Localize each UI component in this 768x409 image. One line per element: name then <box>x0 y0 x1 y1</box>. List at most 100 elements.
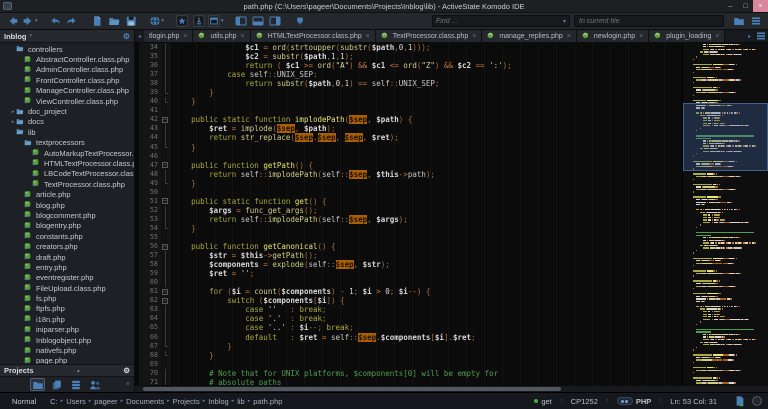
stack-button[interactable] <box>68 378 83 391</box>
fold-margin[interactable] <box>161 305 170 315</box>
breadcrumb-item[interactable]: Documents <box>126 397 164 406</box>
fold-margin[interactable] <box>161 97 170 107</box>
minimap-viewport[interactable] <box>683 103 768 171</box>
fold-margin[interactable] <box>161 52 170 62</box>
current-section[interactable]: get <box>541 397 551 406</box>
breadcrumb-item[interactable]: path.php <box>253 397 282 406</box>
fold-margin[interactable]: – <box>161 115 170 125</box>
fold-collapse-icon[interactable]: – <box>162 297 168 304</box>
fold-margin[interactable] <box>161 178 170 188</box>
fold-margin[interactable] <box>161 133 170 143</box>
unified-menu-icon[interactable] <box>748 14 763 28</box>
file-sync-icon[interactable] <box>734 395 746 407</box>
macro-tool-button[interactable] <box>191 14 206 28</box>
fold-margin[interactable] <box>161 341 170 351</box>
fold-margin[interactable] <box>161 332 170 342</box>
breadcrumb-item[interactable]: lib <box>237 397 245 406</box>
find-combobox[interactable]: ▾ <box>432 15 570 27</box>
close-icon[interactable]: × <box>567 33 571 40</box>
close-icon[interactable]: × <box>639 33 643 40</box>
tab-list-icon[interactable] <box>754 30 768 42</box>
tree-item-fileupload-class-php[interactable]: FileUpload.class.php <box>0 283 134 293</box>
fold-margin[interactable] <box>161 142 170 152</box>
tree-item-htmltextprocessor-class-php[interactable]: HTMLTextProcessor.class.php <box>0 158 134 168</box>
tree-item-frontcontroller-class-php[interactable]: FrontController.class.php <box>0 75 134 85</box>
editor-tab-htmltextprocessor-class-php[interactable]: HTMLTextProcessor.class.php × <box>250 30 376 42</box>
cursor-position[interactable]: Ln: 53 Col: 31 <box>670 397 717 406</box>
fold-margin[interactable] <box>161 223 170 233</box>
editor-tab-utils-php[interactable]: utils.php × <box>193 30 251 42</box>
open-files-icon[interactable] <box>731 14 746 28</box>
tree-item-viewcontroller-class-php[interactable]: ViewController.class.php <box>0 96 134 106</box>
restore-button[interactable]: □ <box>738 0 753 12</box>
fold-margin[interactable] <box>161 350 170 360</box>
chevron-down-icon[interactable]: ▾ <box>35 18 38 24</box>
tree-item-draft-php[interactable]: draft.php <box>0 252 134 262</box>
chevron-down-icon[interactable]: ▾ <box>563 18 566 25</box>
tree-item-blog-php[interactable]: blog.php <box>0 200 134 210</box>
tree-item-inblogobject-php[interactable]: Inblogobject.php <box>0 335 134 345</box>
close-icon[interactable]: × <box>715 33 719 40</box>
close-button[interactable]: × <box>753 0 768 12</box>
fold-collapse-icon[interactable]: – <box>162 288 168 295</box>
find-input[interactable] <box>436 17 563 25</box>
tree-item-docs[interactable]: ▸ docs <box>0 117 134 127</box>
minimap[interactable] <box>682 43 768 385</box>
chevron-down-icon[interactable]: ▾ <box>162 18 165 24</box>
search-scope-input[interactable] <box>579 17 719 25</box>
forward-button[interactable]: ▾ <box>22 14 38 28</box>
breadcrumb-item[interactable]: Users <box>66 397 86 406</box>
close-icon[interactable]: × <box>183 33 187 40</box>
encoding-indicator[interactable]: CP1252 <box>571 397 598 406</box>
fold-margin[interactable]: – <box>161 160 170 170</box>
tree-item-fs-php[interactable]: fs.php <box>0 293 134 303</box>
tree-item-admincontroller-class-php[interactable]: AdminController.class.php <box>0 65 134 75</box>
gear-icon[interactable]: ⚙ <box>123 32 130 41</box>
editor-tab-manage-replies-php[interactable]: manage_replies.php × <box>482 30 577 42</box>
find-tool-button[interactable] <box>174 14 189 28</box>
new-file-button[interactable] <box>90 14 105 28</box>
undo-button[interactable] <box>48 14 63 28</box>
fold-margin[interactable]: – <box>161 196 170 206</box>
close-icon[interactable]: × <box>366 33 370 40</box>
tree-item-doc-project[interactable]: ▸ doc_project <box>0 106 134 116</box>
notification-icon[interactable] <box>751 395 763 407</box>
editor-tab-textprocessor-class-php[interactable]: TextProcessor.class.php × <box>375 30 483 42</box>
gear-icon[interactable]: ⚙ <box>123 366 130 375</box>
fold-margin[interactable] <box>161 187 170 197</box>
tree-item-textprocessors[interactable]: textprocessors <box>0 138 134 148</box>
fold-margin[interactable] <box>161 314 170 324</box>
tree-item-managecontroller-class-php[interactable]: ManageController.class.php <box>0 86 134 96</box>
tree-item-blogentry-php[interactable]: blogentry.php <box>0 221 134 231</box>
horizontal-scrollbar[interactable] <box>135 385 768 392</box>
projects-panel-header[interactable]: Projects ▴ ⚙ <box>0 364 134 377</box>
close-icon[interactable]: × <box>126 381 130 388</box>
pane-bottom-button[interactable] <box>251 14 266 28</box>
places-panel-header[interactable]: Inblog ▾ ⚙ <box>0 30 134 43</box>
fold-margin[interactable] <box>161 124 170 134</box>
fold-margin[interactable] <box>161 232 170 243</box>
code-editor[interactable]: 34 $c1 = ord(strtoupper(substr($path,0,1… <box>139 43 682 385</box>
tree-item-iniparser-php[interactable]: iniparser.php <box>0 325 134 335</box>
fold-margin[interactable] <box>161 278 170 288</box>
tree-item-automarkuptextprocessor-class-[interactable]: AutoMarkupTextProcessor.class... <box>0 148 134 158</box>
tree-item-eventregister-php[interactable]: eventregister.php <box>0 273 134 283</box>
tree-item-article-php[interactable]: article.php <box>0 189 134 199</box>
fold-margin[interactable] <box>161 106 170 116</box>
back-button[interactable] <box>5 14 20 28</box>
fold-margin[interactable] <box>161 151 170 161</box>
editor-tab-plugin-loading[interactable]: plugin_loading × <box>649 30 726 42</box>
breadcrumb-item[interactable]: Inblog <box>208 397 228 406</box>
fold-margin[interactable] <box>161 61 170 71</box>
tree-item-constants-php[interactable]: constants.php <box>0 231 134 241</box>
fold-margin[interactable] <box>161 368 170 378</box>
fold-margin[interactable] <box>161 169 170 179</box>
fold-margin[interactable]: – <box>161 296 170 306</box>
fold-margin[interactable] <box>161 205 170 215</box>
fold-margin[interactable] <box>161 79 170 89</box>
tree-item-abstractcontroller-class-php[interactable]: AbstractController.class.php <box>0 54 134 64</box>
editor-tab-tlogin-php[interactable]: tlogin.php × <box>144 30 194 42</box>
tab-scroll-left-icon[interactable]: ◂ <box>135 30 144 42</box>
tree-item-i18n-php[interactable]: i18n.php <box>0 314 134 324</box>
tree-item-creators-php[interactable]: creators.php <box>0 241 134 251</box>
